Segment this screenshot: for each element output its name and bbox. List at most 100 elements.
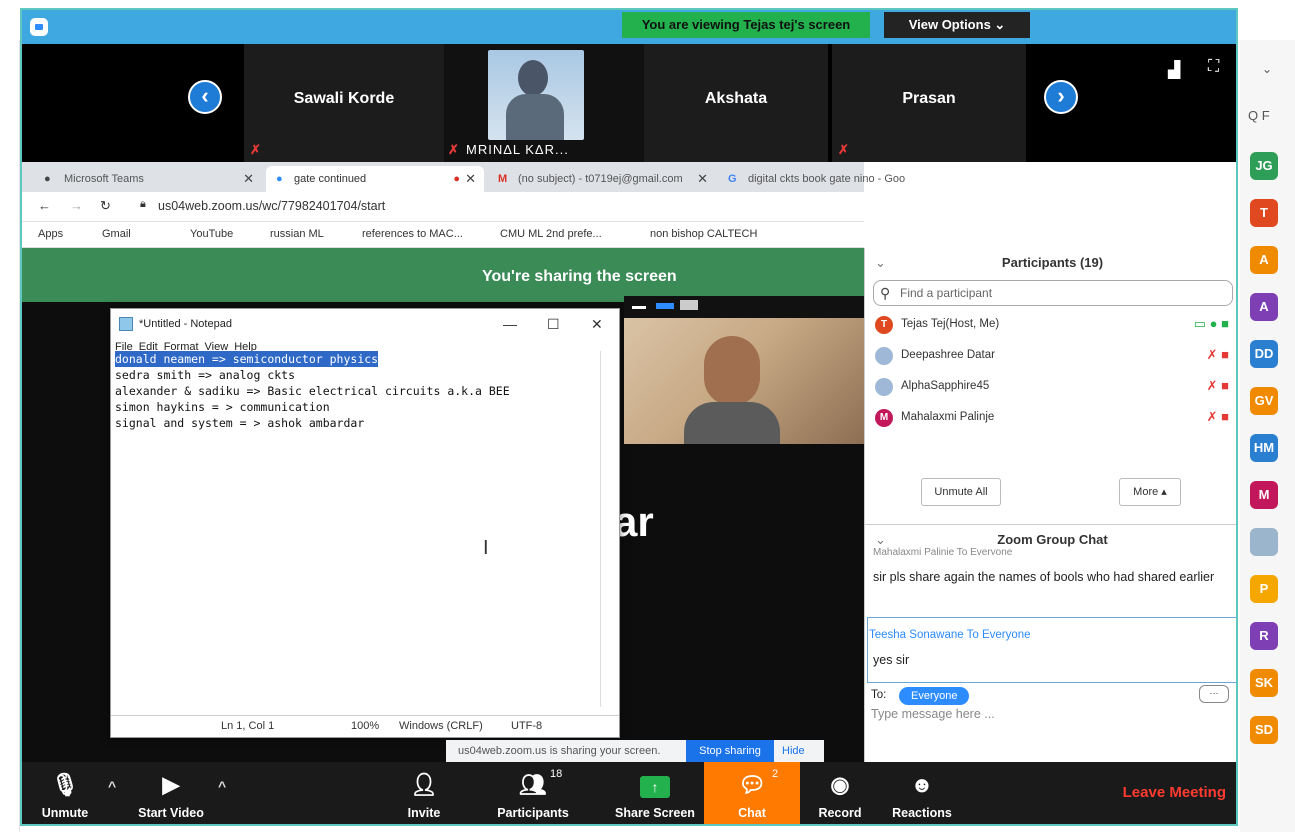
- find-participant-input[interactable]: ⚲ Find a participant: [873, 280, 1233, 306]
- video-tile[interactable]: Sawali Korde ✗: [244, 44, 444, 162]
- reactions-button[interactable]: ☻ Reactions: [884, 762, 960, 824]
- bookmark-item[interactable]: CMU ML 2nd prefe...: [500, 228, 602, 240]
- share-notice-text: us04web.zoom.us is sharing your screen.: [458, 745, 661, 757]
- chat-message: yes sir: [873, 653, 910, 667]
- participants-button[interactable]: 👥︎ 18 Participants: [490, 762, 576, 824]
- rail-avatar[interactable]: DD: [1250, 340, 1278, 368]
- leave-meeting-button[interactable]: Leave Meeting: [1123, 784, 1226, 801]
- url-field[interactable]: us04web.zoom.us/wc/77982401704/start: [158, 199, 385, 213]
- notepad-title-bar: *Untitled - Notepad — ☐ ✕: [111, 309, 619, 339]
- bookmark-item[interactable]: Apps: [38, 228, 63, 240]
- layout-icon[interactable]: ▟: [1168, 60, 1180, 80]
- rail-search[interactable]: Q F: [1248, 108, 1270, 123]
- chat-button[interactable]: 💬︎ 2 Chat: [704, 762, 800, 824]
- encoding: UTF-8: [511, 720, 543, 732]
- bookmark-item[interactable]: Gmail: [102, 228, 131, 240]
- close-icon[interactable]: ✕: [591, 309, 603, 339]
- close-icon[interactable]: ✕: [243, 166, 254, 192]
- video-tile[interactable]: ✗ MRINΔL KΔR...: [444, 44, 644, 162]
- forward-icon[interactable]: →: [70, 198, 83, 213]
- participant-row[interactable]: T Tejas Tej(Host, Me) ▭ ● ■: [873, 310, 1233, 340]
- notepad-text-area[interactable]: donald neamen => semiconductor physics s…: [115, 351, 601, 707]
- text-line: sedra smith => analog ckts: [115, 368, 296, 382]
- chevron-down-icon[interactable]: ⌄: [875, 248, 886, 278]
- browser-tab[interactable]: M (no subject) - t0719ej@gmail.com ✕: [490, 166, 716, 192]
- video-off-icon: ▶︎: [162, 772, 180, 797]
- cursor-position: Ln 1, Col 1: [221, 720, 275, 732]
- avatar: M: [875, 409, 893, 427]
- gallery-view-icon[interactable]: [680, 300, 698, 310]
- close-icon[interactable]: ✕: [465, 166, 476, 192]
- notepad-window[interactable]: *Untitled - Notepad — ☐ ✕ File Edit Format…: [110, 308, 620, 738]
- video-tile[interactable]: Prasan ✗: [832, 44, 1026, 162]
- reactions-label: Reactions: [892, 806, 952, 820]
- next-page-icon[interactable]: ›: [1044, 80, 1078, 114]
- rail-avatar[interactable]: [1250, 528, 1278, 556]
- rail-avatar[interactable]: M: [1250, 481, 1278, 509]
- view-options-button[interactable]: View Options ⌄: [884, 12, 1030, 38]
- single-view-icon[interactable]: [656, 303, 674, 309]
- browser-tab[interactable]: ● Microsoft Teams ✕: [36, 166, 262, 192]
- rail-avatar[interactable]: T: [1250, 199, 1278, 227]
- rail-avatar[interactable]: SK: [1250, 669, 1278, 697]
- reload-icon[interactable]: ↻: [100, 198, 111, 214]
- rail-avatar[interactable]: A: [1250, 293, 1278, 321]
- prev-page-icon[interactable]: ‹: [188, 80, 222, 114]
- browser-tab[interactable]: ● gate continued ● ✕: [266, 166, 484, 192]
- zoom-level: 100%: [351, 720, 380, 732]
- video-options-icon[interactable]: ^: [218, 778, 226, 794]
- lock-icon: 🔒︎: [140, 198, 146, 210]
- rail-avatar[interactable]: A: [1250, 246, 1278, 274]
- more-button[interactable]: More ▴: [1119, 478, 1181, 506]
- notepad-icon: [119, 317, 133, 331]
- participant-video: [488, 50, 584, 140]
- participant-row[interactable]: M Mahalaxmi Palinje ✗ ■: [873, 403, 1233, 433]
- minimize-icon[interactable]: —: [503, 309, 517, 339]
- participant-name: Mahalaxmi Palinje: [901, 411, 995, 423]
- minimize-icon[interactable]: [632, 306, 646, 309]
- rail-avatar[interactable]: HM: [1250, 434, 1278, 462]
- participants-icon: 👥︎: [519, 772, 547, 797]
- share-screen-button[interactable]: ↑ Share Screen: [610, 762, 700, 824]
- mic-muted-icon: 🎙︎: [51, 772, 79, 797]
- bookmark-item[interactable]: YouTube: [190, 228, 233, 240]
- chevron-down-icon[interactable]: ⌄: [1262, 62, 1272, 76]
- rail-avatar[interactable]: P: [1250, 575, 1278, 603]
- rail-avatar[interactable]: R: [1250, 622, 1278, 650]
- self-video[interactable]: [624, 296, 864, 444]
- bookmark-item[interactable]: references to MAC...: [362, 228, 463, 240]
- self-video-controls: [624, 296, 864, 318]
- zoom-window: You are viewing Tejas tej's screen View …: [20, 8, 1238, 826]
- bookmark-item[interactable]: non bishop CALTECH: [650, 228, 757, 240]
- recipient-dropdown[interactable]: Everyone: [899, 687, 970, 705]
- bookmark-item[interactable]: russian ML: [270, 228, 324, 240]
- hide-button[interactable]: Hide: [782, 740, 805, 762]
- unmute-button[interactable]: 🎙︎ Unmute: [30, 762, 100, 824]
- chat-input[interactable]: Type message here ...: [871, 707, 995, 721]
- meeting-toolbar: 🎙︎ Unmute ^ ▶︎ Start Video ^ 👤︎ Invite 👥…: [22, 762, 1236, 824]
- avatar: [875, 347, 893, 365]
- rail-avatar[interactable]: SD: [1250, 716, 1278, 744]
- video-strip: ‹ Sawali Korde ✗ ✗ MRINΔL KΔR... Akshata…: [22, 44, 1236, 162]
- recording-icon: ●: [453, 173, 460, 185]
- fullscreen-icon[interactable]: ⛶: [1208, 58, 1219, 76]
- participant-row[interactable]: AlphaSapphire45 ✗ ■: [873, 372, 1233, 402]
- text-cursor-icon: I: [483, 537, 489, 559]
- more-options-icon[interactable]: ···: [1199, 685, 1229, 703]
- rail-avatar[interactable]: GV: [1250, 387, 1278, 415]
- stop-sharing-button[interactable]: Stop sharing: [686, 740, 774, 762]
- invite-button[interactable]: 👤︎ Invite: [394, 762, 454, 824]
- maximize-icon[interactable]: ☐: [547, 309, 560, 339]
- invite-icon: 👤︎: [410, 772, 438, 797]
- video-tile[interactable]: Akshata: [644, 44, 828, 162]
- unmute-all-button[interactable]: Unmute All: [921, 478, 1001, 506]
- back-icon[interactable]: ←: [38, 198, 51, 213]
- participants-header: ⌄ Participants (19): [865, 248, 1236, 278]
- participant-row[interactable]: Deepashree Datar ✗ ■: [873, 341, 1233, 371]
- audio-options-icon[interactable]: ^: [108, 778, 116, 794]
- start-video-button[interactable]: ▶︎ Start Video: [128, 762, 214, 824]
- rail-avatar[interactable]: JG: [1250, 152, 1278, 180]
- close-icon[interactable]: ✕: [693, 166, 708, 192]
- browser-tab[interactable]: G digital ckts book gate nino - Goo: [720, 166, 944, 192]
- record-button[interactable]: ◉ Record: [810, 762, 870, 824]
